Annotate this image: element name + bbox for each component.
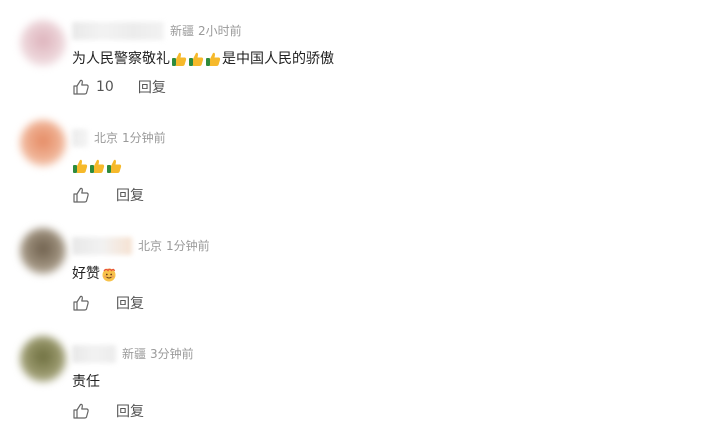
reply-button[interactable]: 回复	[116, 185, 144, 205]
avatar[interactable]	[20, 228, 66, 274]
username-blurred[interactable]	[72, 22, 164, 40]
reply-button[interactable]: 回复	[116, 401, 144, 421]
comment-actions: 回复	[72, 401, 144, 421]
comment-item: 北京 1分钟前 回复	[0, 108, 703, 216]
comment-actions: 回复	[72, 185, 144, 205]
thumbs-up-emoji	[189, 52, 204, 66]
reply-button[interactable]: 回复	[138, 77, 166, 97]
comment-text-part: 是中国人民的骄傲	[222, 51, 334, 67]
comment-text-part: 好赞	[72, 266, 100, 282]
comment-actions: 回复	[72, 293, 144, 313]
reply-button[interactable]: 回复	[116, 293, 144, 313]
comment-text	[72, 155, 122, 177]
comment-text: 为人民警察敬礼 是中国人民的骄傲	[72, 48, 334, 70]
avatar[interactable]	[20, 20, 66, 66]
thumbs-up-emoji	[172, 52, 187, 66]
comment-text-part: 责任	[72, 374, 100, 390]
location-label: 北京	[138, 239, 163, 253]
username-blurred[interactable]	[72, 345, 116, 363]
thumbs-up-emoji	[206, 52, 221, 66]
timestamp: 2小时前	[198, 24, 242, 38]
thumbs-up-outline-icon[interactable]	[72, 294, 90, 312]
comment-text: 责任	[72, 371, 100, 393]
comment-meta: 北京 1分钟前	[72, 237, 210, 255]
location-label: 新疆	[170, 24, 195, 38]
comment-item: 新疆 2小时前 为人民警察敬礼 是中国人民的骄傲 10 回复	[0, 0, 703, 108]
thumbs-up-emoji	[73, 159, 88, 173]
comment-meta: 新疆 2小时前	[72, 22, 242, 40]
comment-item: 新疆 3分钟前 责任 回复	[0, 324, 703, 432]
thumbs-up-outline-icon[interactable]	[72, 186, 90, 204]
smiling-face-emoji	[102, 268, 116, 282]
username-blurred[interactable]	[72, 129, 88, 147]
location-label: 新疆	[122, 347, 147, 361]
avatar[interactable]	[20, 120, 66, 166]
username-blurred[interactable]	[72, 237, 132, 255]
thumbs-up-emoji	[107, 159, 122, 173]
comment-meta: 新疆 3分钟前	[72, 345, 194, 363]
location-label: 北京	[94, 131, 119, 145]
avatar[interactable]	[20, 336, 66, 382]
comment-actions: 10 回复	[72, 77, 166, 97]
timestamp: 1分钟前	[122, 131, 166, 145]
thumbs-up-emoji	[90, 159, 105, 173]
thumbs-up-outline-icon[interactable]	[72, 78, 90, 96]
like-count[interactable]: 10	[96, 79, 114, 95]
comment-text: 好赞	[72, 263, 117, 285]
thumbs-up-outline-icon[interactable]	[72, 402, 90, 420]
comment-meta: 北京 1分钟前	[72, 129, 166, 147]
timestamp: 1分钟前	[166, 239, 210, 253]
comment-item: 北京 1分钟前 好赞 回复	[0, 216, 703, 324]
comment-text-part: 为人民警察敬礼	[72, 51, 170, 67]
timestamp: 3分钟前	[150, 347, 194, 361]
